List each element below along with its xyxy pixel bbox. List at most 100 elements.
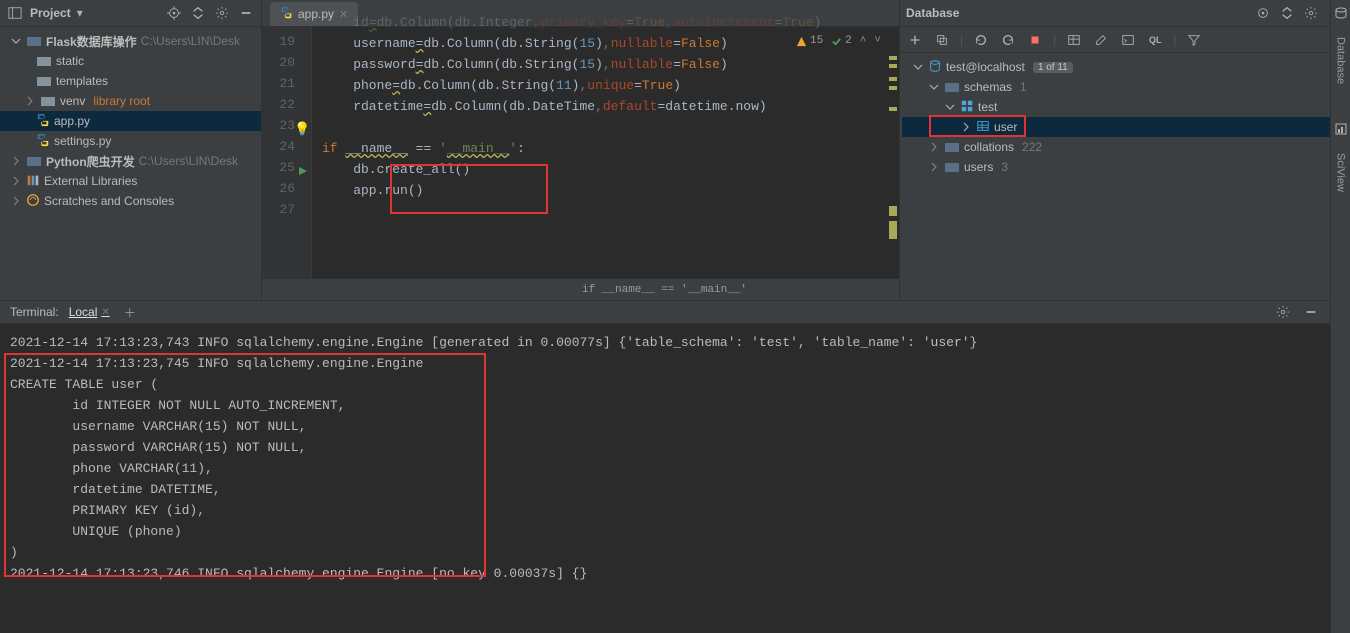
folder-label: static — [56, 54, 84, 68]
db-users[interactable]: users 3 — [902, 157, 1350, 177]
scroll-down-icon[interactable]: ˅ — [874, 35, 881, 47]
db-toolbar: | | QL | — [900, 27, 1350, 53]
close-icon[interactable]: ✕ — [101, 307, 109, 318]
editor-code[interactable]: id=db.Column(db.Integer,primary_key=True… — [312, 27, 899, 278]
library-root-hint: library root — [93, 94, 150, 108]
db-schemas[interactable]: schemas 1 — [902, 77, 1350, 97]
db-rail-icon[interactable] — [1334, 6, 1348, 23]
right-tool-rail: Database SciView — [1330, 0, 1350, 633]
folder-icon — [36, 53, 52, 69]
table-icon — [976, 119, 990, 136]
python-file-icon — [280, 6, 293, 22]
terminal-tab-add[interactable]: ＋ — [124, 304, 136, 321]
editor-marker-bar[interactable] — [887, 31, 897, 256]
db-table-user[interactable]: user — [902, 117, 1350, 137]
edit-icon[interactable] — [1092, 31, 1110, 49]
editor-breadcrumb[interactable]: if __name__ == '__main__' — [262, 278, 899, 300]
folder-icon — [40, 93, 56, 109]
chevron-right-icon — [928, 142, 940, 152]
file-label: app.py — [54, 114, 90, 128]
terminal-line: username VARCHAR(15) NOT NULL, — [10, 416, 1320, 437]
users-label: users — [964, 160, 993, 174]
intention-bulb-icon[interactable]: 💡 — [294, 119, 310, 140]
locate-icon[interactable] — [1254, 4, 1272, 22]
tree-external[interactable]: External Libraries — [0, 171, 261, 191]
console-icon[interactable] — [1119, 31, 1137, 49]
warnings-badge: 15 — [796, 35, 823, 47]
schema-label: test — [978, 100, 997, 114]
revert-icon[interactable] — [999, 31, 1017, 49]
tree-folder-venv[interactable]: venv library root — [0, 91, 261, 111]
editor-area: app.py ✕ 19 20 21 22 23 24 25 26 27 id=d… — [262, 0, 899, 300]
duplicate-icon[interactable] — [933, 31, 951, 49]
project-root[interactable]: Flask数据库操作 C:\Users\LIN\Desk — [0, 31, 261, 51]
tree-second-project[interactable]: Python爬虫开发 C:\Users\LIN\Desk — [0, 151, 261, 171]
terminal-line: 2021-12-14 17:13:23,743 INFO sqlalchemy.… — [10, 332, 1320, 353]
filter-icon[interactable] — [1185, 31, 1203, 49]
db-panel-header: Database — [900, 0, 1350, 27]
dropdown-icon[interactable]: ▾ — [77, 6, 83, 20]
terminal-header: Terminal: Local ✕ ＋ — [0, 300, 1330, 324]
tree-file-app[interactable]: app.py — [0, 111, 261, 131]
project-path: C:\Users\LIN\Desk — [141, 34, 240, 48]
folder-icon — [26, 33, 42, 49]
checks-badge: 2 — [831, 35, 852, 47]
project-panel-header: Project ▾ — [0, 0, 261, 27]
editor-gutter: 19 20 21 22 23 24 25 26 27 — [262, 27, 312, 278]
editor-inspection-info[interactable]: 15 2 ˄ ˅ — [796, 35, 881, 47]
query-label-icon[interactable]: QL — [1146, 31, 1164, 49]
folder-icon — [944, 79, 960, 95]
python-file-icon — [36, 133, 50, 150]
project-name: Python爬虫开发 — [46, 153, 135, 170]
tree-file-settings[interactable]: settings.py — [0, 131, 261, 151]
terminal-body[interactable]: 2021-12-14 17:13:23,743 INFO sqlalchemy.… — [0, 324, 1330, 633]
table-label: user — [994, 120, 1017, 134]
terminal-tab-local[interactable]: Local ✕ — [69, 304, 110, 321]
scratches-icon — [26, 193, 40, 210]
folder-label: templates — [56, 74, 108, 88]
expand-icon[interactable] — [189, 4, 207, 22]
chevron-down-icon — [944, 102, 956, 112]
sciview-rail-icon[interactable] — [1334, 122, 1348, 139]
schema-icon — [960, 99, 974, 116]
file-label: settings.py — [54, 134, 111, 148]
database-rail-label[interactable]: Database — [1335, 37, 1347, 84]
sciview-rail-label[interactable]: SciView — [1335, 153, 1347, 192]
expand-icon[interactable] — [1278, 4, 1296, 22]
db-tree: test@localhost 1 of 11 schemas 1 test — [900, 53, 1350, 177]
project-view-icon[interactable] — [6, 4, 24, 22]
scroll-up-icon[interactable]: ˄ — [860, 35, 867, 47]
breadcrumb-text: if __name__ == '__main__' — [582, 284, 747, 296]
tree-folder-static[interactable]: static — [0, 51, 261, 71]
folder-icon — [36, 73, 52, 89]
db-schema-test[interactable]: test — [902, 97, 1350, 117]
stop-icon[interactable] — [1026, 31, 1044, 49]
collations-label: collations — [964, 140, 1014, 154]
table-editor-icon[interactable] — [1065, 31, 1083, 49]
locate-icon[interactable] — [165, 4, 183, 22]
gear-icon[interactable] — [213, 4, 231, 22]
library-icon — [26, 173, 40, 190]
terminal-line: PRIMARY KEY (id), — [10, 500, 1320, 521]
tree-scratches[interactable]: Scratches and Consoles — [0, 191, 261, 211]
db-title: Database — [906, 6, 959, 20]
gear-icon[interactable] — [1274, 303, 1292, 321]
project-name: Flask数据库操作 — [46, 33, 137, 50]
gear-icon[interactable] — [1302, 4, 1320, 22]
folder-icon — [944, 139, 960, 155]
hide-panel-icon[interactable] — [1302, 303, 1320, 321]
hide-panel-icon[interactable] — [237, 4, 255, 22]
folder-icon — [944, 159, 960, 175]
chevron-down-icon — [928, 82, 940, 92]
project-path: C:\Users\LIN\Desk — [139, 154, 238, 168]
project-title[interactable]: Project — [30, 6, 71, 20]
editor-body[interactable]: 19 20 21 22 23 24 25 26 27 id=db.Column(… — [262, 27, 899, 278]
terminal-line: ) — [10, 542, 1320, 563]
tree-folder-templates[interactable]: templates — [0, 71, 261, 91]
chevron-down-icon — [10, 36, 22, 46]
db-collations[interactable]: collations 222 — [902, 137, 1350, 157]
refresh-icon[interactable] — [972, 31, 990, 49]
db-datasource[interactable]: test@localhost 1 of 11 — [902, 57, 1350, 77]
database-panel: Database | | QL | — [899, 0, 1350, 300]
add-datasource-icon[interactable] — [906, 31, 924, 49]
